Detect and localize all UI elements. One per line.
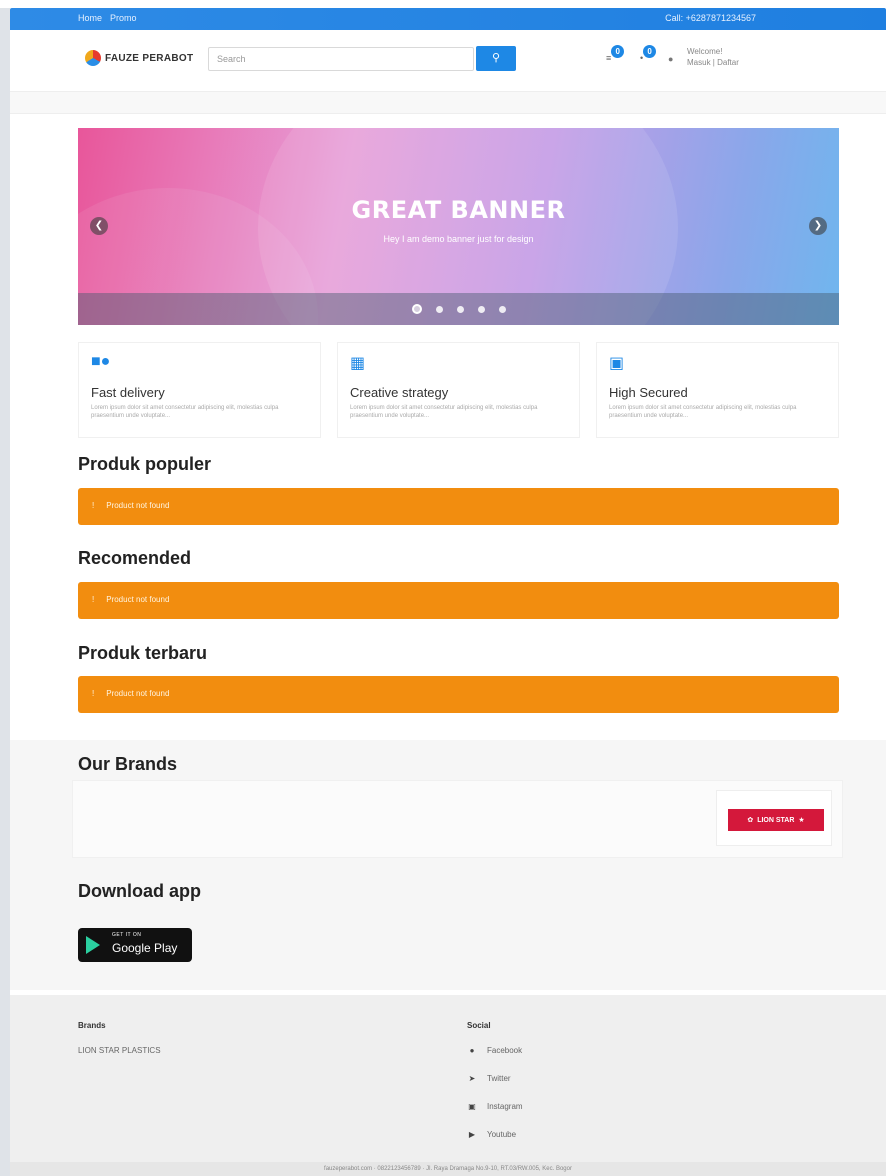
top-link-promo[interactable]: Promo [110,13,137,23]
heart-icon: • [640,53,644,63]
google-play-badge[interactable]: GET IT ON Google Play [78,928,192,962]
instagram-icon: ▣ [468,1102,476,1111]
user-icon: ● [668,54,674,64]
facebook-icon: ● [469,1046,475,1055]
cart-button[interactable]: ≡ 0 [606,45,625,63]
feature-list: ■● Fast delivery Lorem ipsum dolor sit a… [78,342,839,438]
section-title-recommended: Recomended [78,548,192,568]
feature-card: ▣ High Secured Lorem ipsum dolor sit ame… [596,342,839,438]
social-label: Youtube [487,1130,517,1139]
social-link-instagram[interactable]: ▣ Instagram [467,1102,523,1111]
section-title-popular: Produk populer [78,454,212,474]
social-link-facebook[interactable]: ● Facebook [467,1046,523,1055]
section-title-newest: Produk terbaru [78,643,208,663]
top-bar: Home Promo Call: +6287871234567 [10,8,886,30]
lion-icon: ✿ [747,817,754,824]
top-links: Home Promo [78,13,137,23]
carousel-indicators [78,293,839,325]
carousel-dot[interactable] [411,304,422,314]
carousel-dot[interactable] [498,305,506,313]
badge-big-text: Google Play [112,941,178,955]
twitter-icon: ➤ [468,1074,476,1083]
window-frame [0,0,10,1176]
carousel-dot[interactable] [477,305,485,313]
banner-subtitle: Hey I am demo banner just for design [383,234,534,244]
badge-small-text: GET IT ON [112,932,142,938]
carousel-dot[interactable] [435,305,443,313]
youtube-icon: ▶ [468,1130,476,1139]
alert-text: Product not found [106,501,170,510]
footer-social-title: Social [467,1021,491,1030]
feature-description: Lorem ipsum dolor sit amet consectetur a… [350,405,538,419]
empty-products-alert: ! Product not found [78,676,839,713]
site-logo[interactable]: FAUZE PERABOT [85,50,193,66]
feature-title: High Secured [609,385,688,400]
alert-text: Product not found [106,689,170,698]
cart-count-badge: 0 [611,45,625,58]
brand-logo-badge: ✿ LION STAR ★ [728,809,824,831]
window-frame-top [0,0,894,8]
footer-bottom-text: fauzeperabot.com · 0822123456789 · Jl. R… [10,1162,886,1176]
hero-banner: GREAT BANNER Hey I am demo banner just f… [78,128,839,325]
social-label: Facebook [487,1046,523,1055]
feature-title: Fast delivery [91,385,165,400]
brand-logo-lion-star[interactable]: ✿ LION STAR ★ [716,790,832,846]
star-icon: ★ [798,817,805,824]
search-icon: ⚲ [491,52,501,64]
section-title-brands: Our Brands [78,754,178,774]
search-button[interactable]: ⚲ [476,46,516,71]
alert-icon: ! [92,501,95,510]
building-icon: ▦ [350,355,366,372]
empty-products-alert: ! Product not found [78,582,839,619]
account-menu[interactable]: Welcome! Masuk | Daftar [687,46,739,68]
feature-card: ■● Fast delivery Lorem ipsum dolor sit a… [78,342,321,438]
carousel-next-button[interactable]: ❯ [809,217,827,235]
carousel-prev-button[interactable]: ❮ [90,217,108,235]
chevron-left-icon: ❮ [94,220,104,231]
alert-icon: ! [92,689,95,698]
footer-brand-link[interactable]: LION STAR PLASTICS [78,1046,161,1055]
feature-description: Lorem ipsum dolor sit amet consectetur a… [91,405,279,419]
top-contact: Call: +6287871234567 [665,13,756,23]
sub-header [10,92,886,114]
feature-description: Lorem ipsum dolor sit amet consectetur a… [609,405,797,419]
social-link-youtube[interactable]: ▶ Youtube [467,1130,516,1139]
brand-logo-text: LION STAR [757,816,795,824]
wishlist-button[interactable]: • 0 [640,45,657,63]
social-label: Instagram [487,1102,523,1111]
carousel-dot[interactable] [456,305,464,313]
feature-title: Creative strategy [350,385,449,400]
auth-links[interactable]: Masuk | Daftar [687,57,739,68]
banner-title: GREAT BANNER [351,196,566,224]
site-header: FAUZE PERABOT Search ⚲ ≡ 0 • 0 ● Welcome… [10,30,886,92]
footer-brands-title: Brands [78,1021,106,1030]
top-link-home[interactable]: Home [78,13,102,23]
logo-mark-icon [85,50,101,66]
cart-icon: ≡ [606,53,612,63]
social-link-twitter[interactable]: ➤ Twitter [467,1074,511,1083]
feature-card: ▦ Creative strategy Lorem ipsum dolor si… [337,342,580,438]
section-title-download: Download app [78,881,201,901]
alert-text: Product not found [106,595,170,604]
welcome-text: Welcome! [687,47,723,56]
search-input[interactable]: Search [208,47,474,71]
site-footer [10,995,886,1162]
social-label: Twitter [487,1074,511,1083]
empty-products-alert: ! Product not found [78,488,839,525]
lock-icon: ▣ [609,355,625,372]
truck-icon: ■● [91,353,111,370]
wishlist-count-badge: 0 [643,45,657,58]
logo-text: FAUZE PERABOT [105,52,194,64]
google-play-icon [86,936,100,954]
chevron-right-icon: ❯ [813,220,823,231]
alert-icon: ! [92,595,95,604]
